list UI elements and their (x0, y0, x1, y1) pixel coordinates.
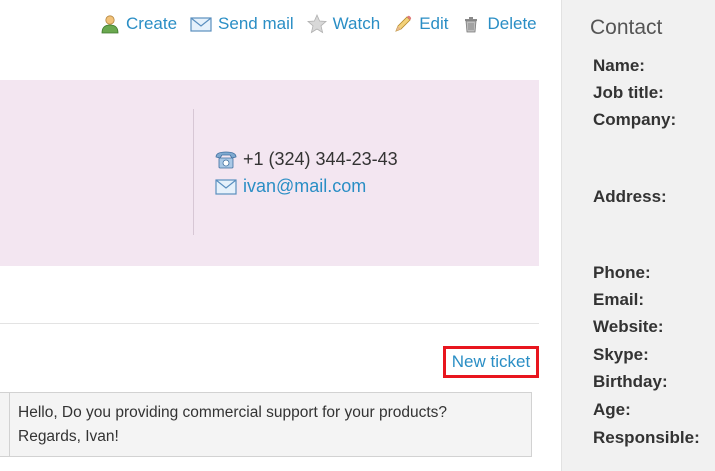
edit-label: Edit (419, 14, 449, 33)
field-birthday-label: Birthday: (593, 372, 668, 391)
new-ticket-highlight: New ticket (443, 346, 539, 378)
field-age-label: Age: (593, 400, 631, 419)
watch-button[interactable]: Watch (306, 13, 381, 34)
user-add-icon (100, 14, 120, 34)
create-label: Create (126, 14, 178, 33)
sidebar-title: Contact (590, 16, 663, 39)
watch-label: Watch (332, 14, 381, 33)
envelope-icon (190, 14, 212, 34)
card-divider (193, 109, 194, 235)
field-company-label: Company: (593, 110, 677, 129)
section-divider (0, 323, 539, 324)
contact-sidebar: Contact Name: Job title: Company: Addres… (561, 0, 715, 471)
message-text: Hello, Do you providing commercial suppo… (18, 401, 447, 449)
trash-icon (461, 14, 481, 34)
field-name-label: Name: (593, 56, 645, 75)
phone-row: +1 (324) 344-23-43 (215, 149, 398, 170)
message-line: Hello, Do you providing commercial suppo… (18, 404, 448, 421)
envelope-icon (215, 178, 237, 196)
field-job-title-label: Job title: (593, 83, 664, 102)
contact-card: +1 (324) 344-23-43 ivan@mail.com (0, 80, 539, 266)
create-button[interactable]: Create (100, 14, 177, 34)
phone-icon (215, 151, 237, 169)
phone-number: +1 (324) 344-23-43 (243, 149, 398, 169)
ticket-message: Hello, Do you providing commercial suppo… (0, 392, 532, 457)
pencil-icon (393, 14, 413, 34)
send-mail-button[interactable]: Send mail (190, 14, 294, 34)
send-mail-label: Send mail (218, 14, 294, 33)
star-icon (306, 13, 327, 34)
field-email-label: Email: (593, 290, 645, 309)
field-skype-label: Skype: (593, 345, 649, 364)
email-link[interactable]: ivan@mail.com (243, 176, 366, 197)
new-ticket-link[interactable]: New ticket (452, 352, 530, 372)
delete-button[interactable]: Delete (461, 14, 537, 34)
message-indent-line (9, 393, 10, 456)
message-line: Regards, Ivan! (18, 428, 119, 445)
action-toolbar: Create Send mail Watch Edit Delete (100, 11, 537, 37)
edit-button[interactable]: Edit (393, 14, 448, 34)
field-phone-label: Phone: (593, 263, 651, 282)
delete-label: Delete (487, 14, 537, 33)
email-row: ivan@mail.com (215, 176, 366, 197)
field-responsible-label: Responsible: (593, 428, 700, 447)
field-website-label: Website: (593, 317, 664, 336)
field-address-label: Address: (593, 187, 667, 206)
